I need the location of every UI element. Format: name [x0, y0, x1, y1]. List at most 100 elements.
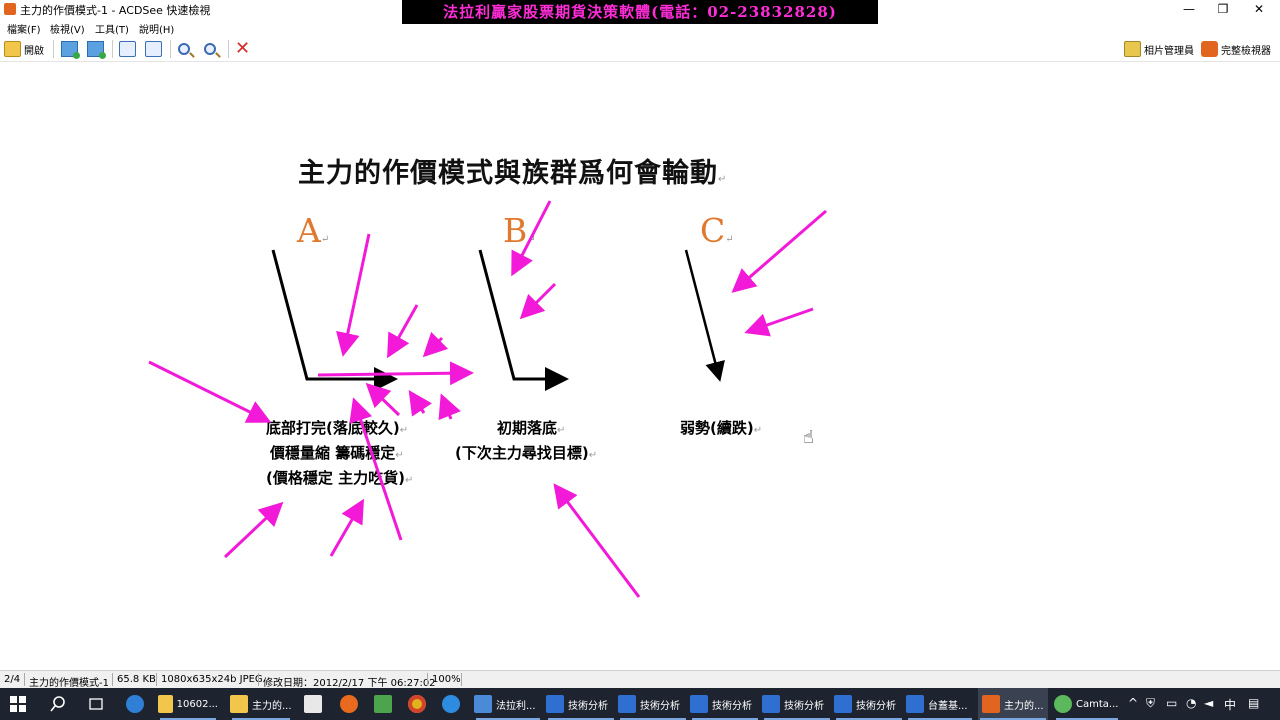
status-separator	[156, 673, 157, 686]
acdsee-quick-view-window: 主力的作價模式-1 - ACDSee 快速檢視 法拉利贏家股票期貨決策軟體(電話…	[0, 0, 1280, 720]
shield-icon[interactable]: ⛨	[1146, 696, 1155, 711]
volume-icon[interactable]: ◄	[1204, 696, 1213, 710]
pink-arrow	[511, 200, 552, 277]
photo-manager-button[interactable]: 相片管理員	[1124, 39, 1194, 59]
task-view-icon	[89, 698, 103, 710]
wifi-icon[interactable]: ◔	[1186, 696, 1196, 710]
open-button[interactable]: 開啟	[4, 39, 44, 59]
chart-app-icon	[546, 695, 564, 713]
taskbar-item[interactable]: 法拉利...	[474, 688, 542, 720]
camtasia-icon	[1054, 695, 1072, 713]
taskbar-item[interactable]: 技術分析	[618, 688, 688, 720]
edge-browser-icon	[126, 695, 144, 713]
menu-file[interactable]: 檔案(F)	[7, 21, 41, 36]
taskbar-item[interactable]: 台蓋基...	[906, 688, 974, 720]
menu-bar: 檔案(F) 檢視(V) 工具(T) 說明(H)	[0, 18, 1280, 36]
chart-app-icon	[834, 695, 852, 713]
taskbar-item-label: 主力的...	[252, 700, 292, 712]
zoom-in-button[interactable]	[178, 39, 190, 59]
image-canvas[interactable]: 主力的作價模式與族群爲何會輪動↵ A↵ B↵ C↵ 底部打完(落底較久)↵ 價穩…	[0, 63, 1280, 670]
status-separator	[24, 673, 25, 686]
menu-tools[interactable]: 工具(T)	[95, 21, 129, 36]
status-bar: 2/4 主力的作價模式-1 65.8 KB 1080x635x24b JPEG …	[0, 670, 1280, 689]
network-icon[interactable]: ▭	[1166, 696, 1177, 710]
chrome-icon	[408, 695, 426, 713]
firefox-taskbar-button[interactable]	[340, 688, 358, 720]
app-taskbar-button[interactable]	[374, 688, 392, 720]
store-taskbar-button[interactable]	[304, 688, 322, 720]
minimize-button[interactable]: —	[1172, 0, 1206, 18]
taskbar-item-label: 10602...	[176, 698, 218, 710]
taskbar-item-label: 技術分析	[856, 700, 896, 712]
title-bar: 主力的作價模式-1 - ACDSee 快速檢視 法拉利贏家股票期貨決策軟體(電話…	[0, 0, 1280, 24]
pink-arrow	[438, 393, 461, 421]
status-file-name: 主力的作價模式-1	[29, 678, 109, 689]
input-method-indicator[interactable]: 中	[1224, 696, 1236, 713]
folder-icon	[230, 695, 248, 713]
status-page: 2/4	[4, 674, 21, 685]
rotate-right-button[interactable]	[145, 39, 162, 59]
panel-b-trend-line	[478, 249, 569, 391]
photo-manager-icon	[1124, 41, 1141, 57]
toolbar-separator	[53, 40, 54, 58]
taskbar-item-label: Camta...	[1076, 698, 1119, 710]
pink-arrow	[519, 282, 557, 320]
taskbar-item-active[interactable]: 主力的...	[978, 688, 1048, 720]
taskbar-item[interactable]: 技術分析	[762, 688, 832, 720]
app-icon	[474, 695, 492, 713]
store-icon	[304, 695, 322, 713]
slide-drawing	[148, 200, 827, 598]
edge-taskbar-button[interactable]	[126, 688, 144, 720]
taskbar-item-label: 技術分析	[784, 700, 824, 712]
pink-arrow	[349, 397, 403, 541]
rotate-left-icon	[119, 41, 136, 57]
taskbar-item[interactable]: 技術分析	[834, 688, 904, 720]
toolbar-separator	[112, 40, 113, 58]
chart-app-icon	[762, 695, 780, 713]
toolbar: 開啟 ✕ 相片管理員 完整檢視器	[0, 36, 1280, 62]
next-image-button[interactable]	[87, 39, 106, 59]
delete-button[interactable]: ✕	[234, 39, 251, 59]
close-button[interactable]: ✕	[1242, 0, 1276, 18]
restore-button[interactable]: ❐	[1206, 0, 1240, 18]
menu-help[interactable]: 說明(H)	[139, 21, 174, 36]
firefox-icon	[340, 695, 358, 713]
notification-icon[interactable]: ▤	[1248, 696, 1259, 710]
taskbar-item-label: 技術分析	[640, 700, 680, 712]
full-viewer-icon	[1201, 41, 1218, 57]
pink-arrow	[317, 361, 474, 386]
search-button[interactable]	[50, 688, 66, 720]
pink-arrow	[553, 483, 641, 598]
ie-taskbar-button[interactable]	[442, 688, 460, 720]
taskbar-item-label: 技術分析	[712, 700, 752, 712]
taskbar-item[interactable]: 主力的...	[230, 688, 292, 720]
taskbar-item-label: 台蓋基...	[928, 700, 968, 712]
pink-arrow	[422, 331, 449, 358]
taskbar-item[interactable]: 技術分析	[546, 688, 616, 720]
task-view-button[interactable]	[88, 688, 104, 720]
panel-c-trend-line	[684, 249, 725, 382]
chart-app-icon	[690, 695, 708, 713]
chrome-taskbar-button[interactable]	[408, 688, 426, 720]
full-viewer-button[interactable]: 完整檢視器	[1201, 39, 1271, 59]
taskbar-item-label: 法拉利...	[496, 700, 536, 712]
taskbar-item[interactable]: 10602...	[158, 688, 218, 720]
search-icon	[50, 696, 65, 712]
taskbar-item-label: 技術分析	[568, 700, 608, 712]
chart-app-icon	[618, 695, 636, 713]
previous-image-button[interactable]	[61, 39, 80, 59]
zoom-out-button[interactable]	[204, 39, 216, 59]
full-viewer-label: 完整檢視器	[1221, 45, 1271, 57]
zoom-in-icon	[178, 43, 190, 55]
taskbar-item[interactable]: 技術分析	[690, 688, 760, 720]
start-button[interactable]	[10, 688, 26, 720]
status-image-info: 1080x635x24b JPEG	[161, 674, 263, 685]
status-separator	[258, 673, 259, 686]
toolbar-separator	[170, 40, 171, 58]
taskbar-item[interactable]: Camta...	[1054, 688, 1120, 720]
menu-view[interactable]: 檢視(V)	[50, 21, 85, 36]
status-file-size: 65.8 KB	[117, 674, 156, 685]
acdsee-icon	[982, 695, 1000, 713]
rotate-left-button[interactable]	[119, 39, 136, 59]
tray-chevron-up-icon[interactable]: ^	[1128, 696, 1138, 710]
